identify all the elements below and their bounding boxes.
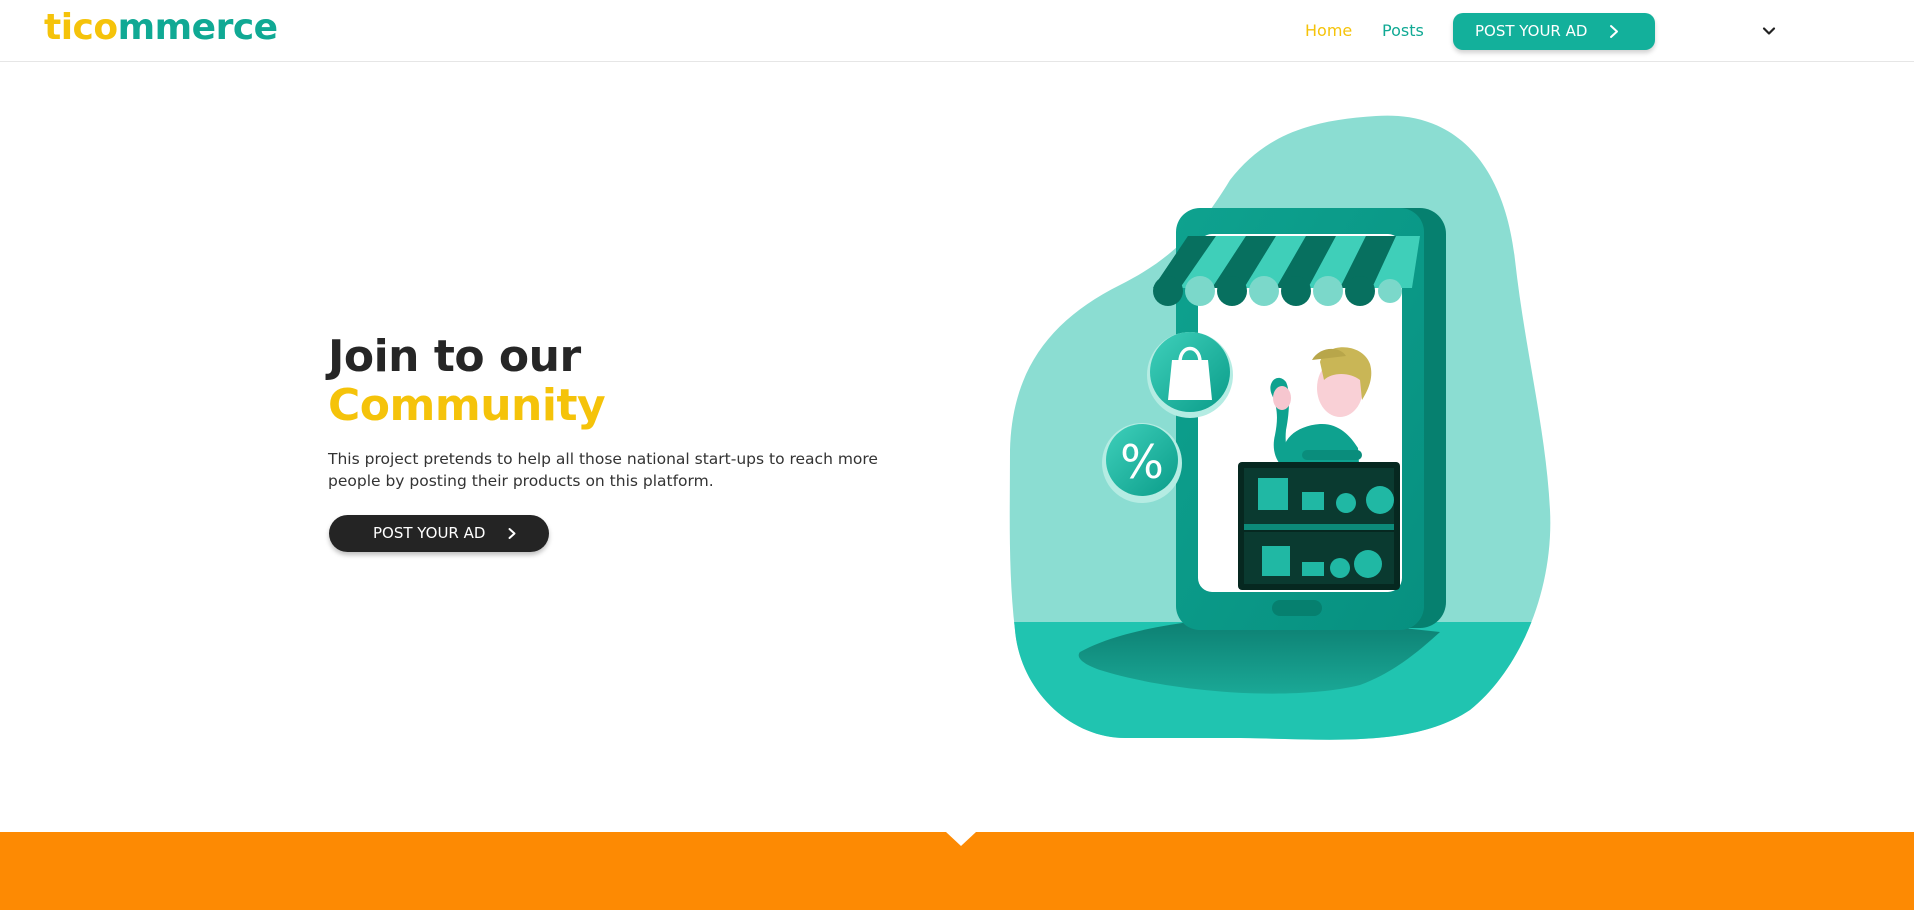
hero-post-ad-button[interactable]: POST YOUR AD: [329, 515, 549, 552]
hero-title-line-1: Join to our: [328, 331, 581, 382]
hero-title-line-2: Community: [328, 380, 606, 431]
logo-part-1: tico: [44, 7, 118, 48]
site-header: ticommerce Home Posts POST YOUR AD: [0, 0, 1914, 62]
chevron-right-icon: [508, 528, 516, 539]
logo[interactable]: ticommerce: [44, 6, 278, 50]
chevron-right-icon: [1610, 25, 1618, 38]
nav-posts-link[interactable]: Posts: [1382, 20, 1424, 42]
nav-home-link[interactable]: Home: [1305, 20, 1352, 42]
hero-description: This project pretends to help all those …: [328, 450, 878, 490]
online-store-illustration: %: [1009, 115, 1551, 740]
chevron-down-icon[interactable]: [1760, 22, 1778, 40]
hero-post-ad-label: POST YOUR AD: [373, 524, 486, 542]
logo-part-2: mmerce: [117, 7, 278, 48]
header-post-ad-button[interactable]: POST YOUR AD: [1453, 13, 1655, 50]
down-pointer-notch: [946, 832, 976, 846]
header-post-ad-label: POST YOUR AD: [1475, 22, 1588, 40]
svg-text:%: %: [1120, 435, 1164, 489]
